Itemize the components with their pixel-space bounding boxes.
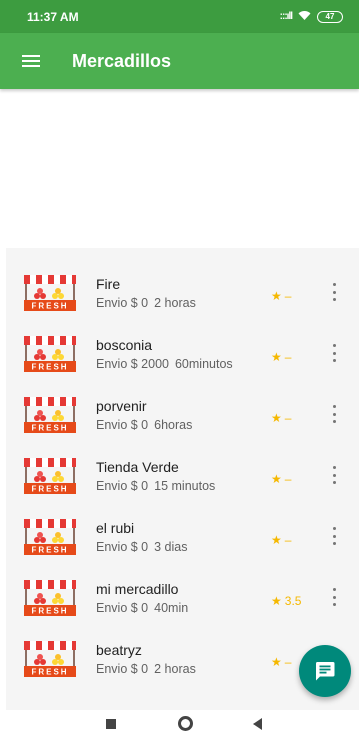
star-icon: ★ [271, 411, 282, 425]
app-bar: Mercadillos [0, 33, 359, 89]
system-nav-bar [0, 710, 359, 737]
back-button[interactable] [243, 710, 273, 737]
store-shipping: Envio $ 0 [96, 479, 149, 493]
message-icon [315, 662, 335, 681]
store-thumbnail: FRESH [21, 397, 79, 433]
menu-button[interactable] [0, 33, 60, 89]
store-list[interactable]: FRESH Fire Envio $ 02 horas ★ – FRESH bo… [6, 248, 359, 710]
store-shipping: Envio $ 0 [96, 418, 149, 432]
store-name: mi mercadillo [96, 581, 179, 597]
store-details: Envio $ 0 40min [96, 601, 188, 615]
store-thumbnail: FRESH [21, 336, 79, 372]
store-delivery-time: 3 dias [154, 540, 188, 554]
store-rating: ★ – [271, 289, 291, 303]
store-rating: ★ – [271, 533, 291, 547]
store-delivery-time: 2 horas [154, 662, 196, 676]
store-delivery-time: 60minutos [174, 357, 233, 371]
store-delivery-time: 40min [154, 601, 189, 615]
signal-icon: :::ıll [279, 11, 293, 22]
svg-text:FRESH: FRESH [31, 668, 68, 677]
star-icon: ★ [271, 289, 282, 303]
store-name: bosconia [96, 337, 153, 353]
star-icon: ★ [271, 350, 282, 364]
store-rating: ★ – [271, 411, 291, 425]
store-shipping: Envio $ 0 [96, 662, 149, 676]
rating-value: 3.5 [284, 594, 302, 608]
store-details: Envio $ 2000 60minutos [96, 357, 233, 371]
circle-icon [177, 716, 193, 731]
status-bar: 11:37 AM :::ıll 47 [0, 0, 359, 33]
store-thumbnail: FRESH [21, 641, 79, 677]
store-thumbnail: FRESH [21, 275, 79, 311]
store-delivery-time: 6horas [154, 418, 193, 432]
rating-value: – [284, 655, 292, 669]
store-list-item[interactable]: FRESH porvenir Envio $ 0 6horas ★ – [6, 370, 359, 433]
recents-button[interactable] [96, 710, 126, 737]
wifi-icon [298, 10, 311, 24]
store-name: porvenir [96, 398, 147, 414]
more-options-button[interactable] [326, 525, 342, 547]
store-name: Fire [96, 276, 121, 292]
store-details: Envio $ 0 15 minutos [96, 479, 215, 493]
store-list-item[interactable]: FRESH bosconia Envio $ 2000 60minutos ★ – [6, 309, 359, 372]
store-shipping: Envio $ 0 [96, 601, 149, 615]
more-options-button[interactable] [326, 281, 342, 303]
star-icon: ★ [271, 594, 282, 608]
page-title: Mercadillos [72, 50, 172, 71]
hamburger-menu-icon [22, 52, 40, 70]
status-time: 11:37 AM [27, 9, 79, 24]
store-rating: ★ – [271, 472, 291, 486]
more-options-button[interactable] [326, 586, 342, 608]
rating-value: – [284, 533, 292, 547]
home-button[interactable] [170, 710, 200, 737]
store-name: Tienda Verde [96, 459, 179, 475]
triangle-back-icon [253, 717, 262, 730]
store-delivery-time: 2 horas [154, 296, 196, 310]
rating-value: – [284, 350, 292, 364]
more-options-button[interactable] [326, 403, 342, 425]
store-thumbnail: FRESH [21, 580, 79, 616]
status-icons: :::ıll 47 [280, 10, 343, 24]
more-options-button[interactable] [326, 342, 342, 364]
chat-fab-button[interactable] [299, 645, 351, 697]
store-rating: ★ – [271, 655, 291, 669]
rating-value: – [284, 411, 292, 425]
rating-value: – [284, 472, 292, 486]
store-details: Envio $ 0 2 horas [96, 662, 196, 676]
store-list-item[interactable]: FRESH mi mercadillo Envio $ 0 40min ★ 3.5 [6, 553, 359, 616]
store-details: Envio $ 0 3 dias [96, 540, 187, 554]
store-list-item[interactable]: FRESH Fire Envio $ 0 2 horas ★ – [6, 248, 359, 311]
store-shipping: Envio $ 0 [96, 540, 149, 554]
store-delivery-time: 15 minutos [154, 479, 216, 493]
store-list-item[interactable]: FRESH el rubi Envio $ 0 3 dias ★ – [6, 492, 359, 555]
square-icon [106, 718, 116, 729]
store-rating: ★ 3.5 [271, 594, 301, 608]
store-shipping: Envio $ 0 [96, 296, 149, 310]
rating-value: – [284, 289, 292, 303]
star-icon: ★ [271, 655, 282, 669]
store-thumbnail: FRESH [21, 458, 79, 494]
store-shipping: Envio $ 2000 [96, 357, 169, 371]
store-thumbnail: FRESH [21, 519, 79, 555]
store-details: Envio $ 0 2 horas [96, 296, 196, 310]
more-options-button[interactable] [326, 464, 342, 486]
store-name: beatryz [96, 642, 142, 658]
store-name: el rubi [96, 520, 135, 536]
store-rating: ★ – [271, 350, 291, 364]
store-details: Envio $ 0 6horas [96, 418, 192, 432]
star-icon: ★ [271, 533, 282, 547]
battery-icon: 47 [317, 10, 343, 23]
star-icon: ★ [271, 472, 282, 486]
store-list-item[interactable]: FRESH Tienda Verde Envio $ 0 15 minutos ★… [6, 431, 359, 494]
